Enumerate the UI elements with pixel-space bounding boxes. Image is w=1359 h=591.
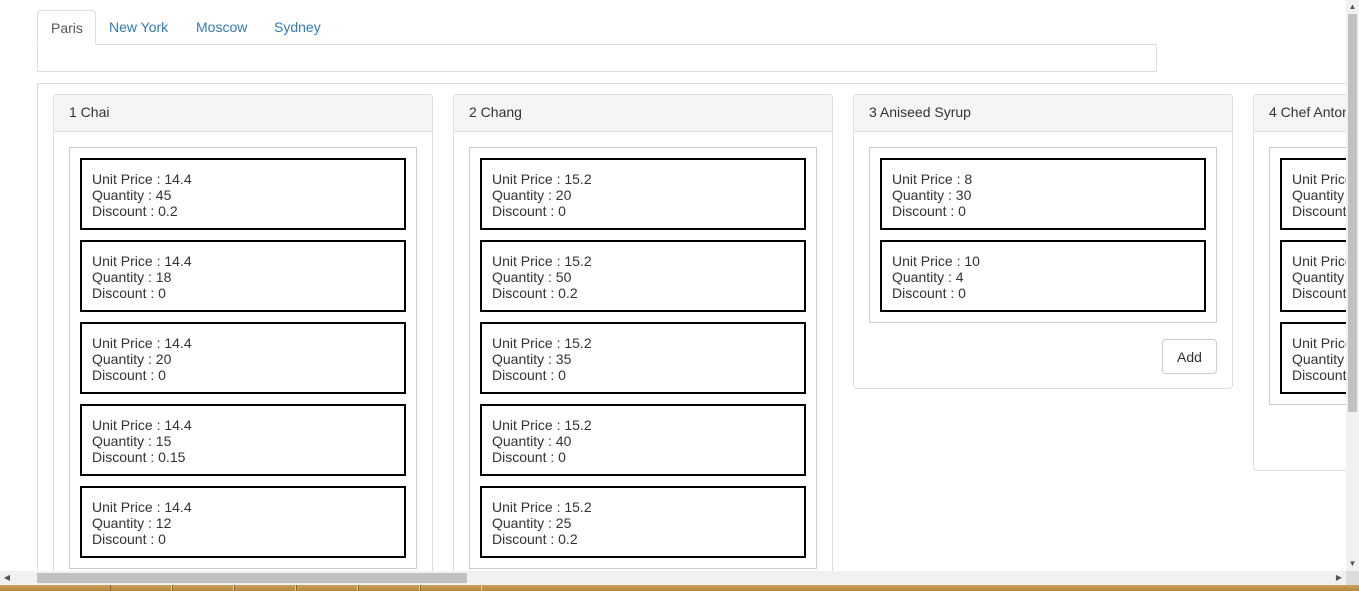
order-card[interactable]: Unit Price Quantity Discount (1280, 322, 1346, 394)
product-title: 4 Chef Anton's Cajun Seasoning (1254, 95, 1346, 132)
discount: Discount (1292, 367, 1346, 383)
scrollbar-corner (1346, 571, 1359, 585)
discount: Discount (1292, 203, 1346, 219)
orders-list: Unit Price Quantity Discount Unit Price … (1269, 147, 1346, 405)
triangle-down-icon[interactable]: ▼ (1346, 557, 1359, 571)
taskbar-item[interactable] (420, 585, 482, 591)
tab-paris[interactable]: Paris (37, 10, 96, 45)
horizontal-scroll-thumb[interactable] (37, 573, 467, 583)
order-card[interactable]: Unit Price Quantity Discount (1280, 240, 1346, 312)
unit-price: Unit Price (1292, 335, 1346, 351)
product-panel-chef-anton: 4 Chef Anton's Cajun Seasoning Unit Pric… (1253, 94, 1346, 471)
discount: Discount (1292, 285, 1346, 301)
quantity: Quantity (1292, 269, 1345, 285)
triangle-left-icon[interactable]: ◀ (0, 571, 14, 585)
vertical-scrollbar[interactable]: ▲ ▼ (1346, 0, 1359, 571)
horizontal-scrollbar[interactable]: ◀ ▶ (0, 571, 1346, 585)
unit-price: Unit Price (1292, 253, 1346, 269)
vertical-scroll-thumb[interactable] (1348, 14, 1357, 412)
taskbar (0, 585, 1359, 591)
triangle-up-icon[interactable]: ▲ (1346, 0, 1359, 14)
taskbar-item[interactable] (172, 585, 234, 591)
taskbar-item[interactable] (358, 585, 420, 591)
taskbar-item[interactable] (296, 585, 358, 591)
triangle-right-icon[interactable]: ▶ (1332, 571, 1346, 585)
quantity: Quantity (1292, 187, 1345, 203)
taskbar-item[interactable] (234, 585, 296, 591)
quantity: Quantity (1292, 351, 1345, 367)
order-card[interactable]: Unit Price Quantity Discount (1280, 158, 1346, 230)
panel-clip: 4 Chef Anton's Cajun Seasoning Unit Pric… (0, 0, 1346, 571)
taskbar-item[interactable] (110, 585, 172, 591)
unit-price: Unit Price (1292, 171, 1346, 187)
